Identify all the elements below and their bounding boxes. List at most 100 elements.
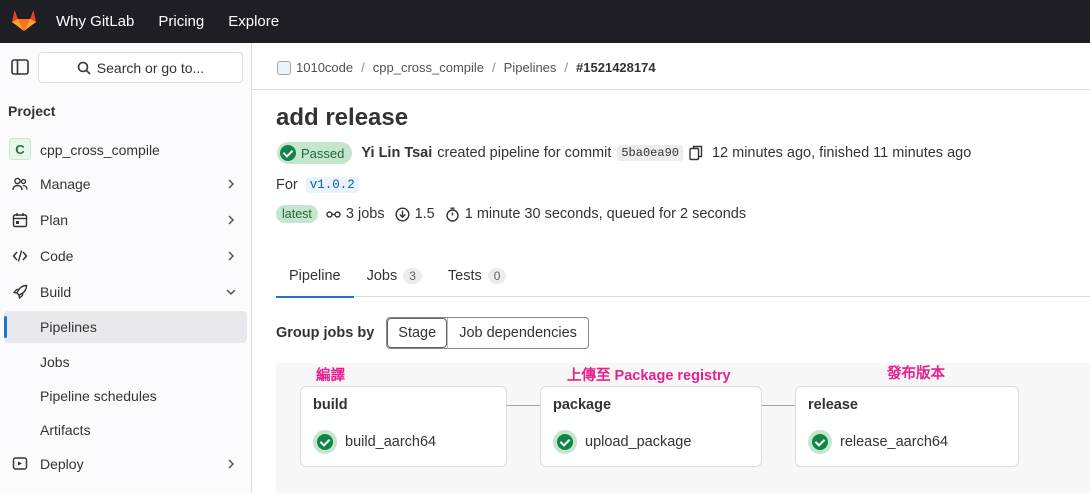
sidebar: Search or go to... Project C cpp_cross_c… [0, 43, 252, 493]
top-navbar: Why GitLab Pricing Explore [0, 0, 1090, 43]
tab-label: Pipeline [289, 267, 341, 284]
status-success-icon [280, 145, 296, 161]
stage-annotation: 編譯 [316, 368, 345, 384]
timer-icon [446, 207, 459, 222]
sidebar-item-deploy[interactable]: Deploy [4, 448, 247, 480]
sidebar-item-jobs[interactable]: Jobs [4, 346, 247, 378]
sidebar-item-artifacts[interactable]: Artifacts [4, 414, 247, 446]
duration-text: 1 minute 30 seconds, queued for 2 second… [464, 206, 747, 222]
tab-count-badge: 3 [403, 267, 422, 284]
job-success-icon [557, 434, 573, 450]
ref-link[interactable]: v1.0.2 [305, 177, 359, 193]
stage-annotation: 發布版本 [887, 366, 945, 382]
job-status-ring [553, 430, 577, 454]
nav-why-gitlab[interactable]: Why GitLab [56, 13, 134, 30]
group-by-label: Group jobs by [276, 325, 375, 341]
tab-tests[interactable]: Tests 0 [435, 254, 520, 297]
job-success-icon [812, 434, 828, 450]
author-link[interactable]: Yi Lin Tsai [361, 145, 432, 161]
sidebar-item-build[interactable]: Build [4, 276, 247, 308]
sidebar-item-plan[interactable]: Plan [4, 204, 247, 236]
stage-name: release [808, 397, 858, 413]
sidebar-item-pipeline-schedules[interactable]: Pipeline schedules [4, 380, 247, 412]
pipeline-summary: Passed Yi Lin Tsai created pipeline for … [277, 142, 971, 164]
sidebar-item-label: Code [40, 248, 74, 264]
sidebar-item-label: Manage [40, 176, 91, 192]
pipeline-tabs: Pipeline Jobs 3 Tests 0 [276, 254, 1090, 298]
version-text: 1.5 [414, 206, 435, 222]
for-label: For [276, 177, 298, 193]
sidebar-item-label: cpp_cross_compile [40, 142, 160, 158]
chevron-right-icon [228, 179, 235, 189]
sidebar-section-title: Project [8, 103, 56, 119]
stage-name: build [313, 397, 348, 413]
pipeline-graph: 編譯 上傳至 Package registry 發布版本 build build… [276, 363, 1090, 493]
ref-line: For v1.0.2 [276, 177, 359, 193]
commit-sha-link[interactable]: 5ba0ea90 [617, 145, 683, 161]
job-item[interactable]: release_aarch64 [808, 430, 948, 454]
page-title: add release [276, 104, 409, 131]
breadcrumb: 1010code / cpp_cross_compile / Pipelines… [277, 60, 656, 75]
sidebar-toggle-icon[interactable] [11, 59, 29, 75]
pipeline-stats: latest 3 jobs 1.5 1 minute 30 seconds, q… [276, 205, 756, 223]
job-success-icon [317, 434, 333, 450]
sidebar-item-pipelines[interactable]: Pipelines [4, 311, 247, 343]
job-name: build_aarch64 [345, 434, 437, 450]
copy-icon[interactable] [689, 145, 703, 161]
code-icon [12, 250, 28, 262]
stage-annotation: 上傳至 Package registry [567, 368, 731, 384]
stage-column-build: build build_aarch64 [300, 386, 507, 467]
chevron-right-icon [228, 251, 235, 261]
breadcrumb-separator: / [564, 60, 569, 75]
pipeline-icon [326, 210, 341, 218]
job-item[interactable]: build_aarch64 [313, 430, 436, 454]
group-by-dependencies-button[interactable]: Job dependencies [447, 318, 588, 348]
nav-explore[interactable]: Explore [228, 13, 279, 30]
chevron-down-icon [226, 289, 236, 296]
breadcrumb-current[interactable]: #1521428174 [576, 60, 656, 75]
job-status-ring [808, 430, 832, 454]
download-icon [395, 206, 410, 222]
status-label: Passed [301, 145, 345, 161]
sidebar-item-label: Pipelines [40, 319, 97, 335]
breadcrumb-separator: / [492, 60, 496, 75]
tab-pipeline[interactable]: Pipeline [276, 254, 354, 298]
sidebar-item-label: Plan [40, 212, 69, 228]
latest-badge: latest [276, 205, 318, 223]
group-by-control: Group jobs by Stage Job dependencies [276, 317, 589, 349]
stage-connector [762, 405, 795, 406]
job-name: upload_package [585, 434, 692, 450]
sidebar-project-link[interactable]: C cpp_cross_compile [4, 134, 247, 166]
job-name: release_aarch64 [840, 434, 949, 450]
chevron-right-icon [228, 459, 235, 469]
sidebar-item-code[interactable]: Code [4, 240, 247, 272]
sidebar-item-label: Jobs [40, 354, 70, 370]
search-button[interactable]: Search or go to... [38, 52, 243, 83]
stage-name: package [553, 397, 612, 413]
status-badge[interactable]: Passed [277, 142, 353, 164]
group-avatar-icon [277, 60, 291, 75]
deploy-icon [12, 457, 28, 470]
tab-jobs[interactable]: Jobs 3 [354, 254, 435, 297]
gitlab-logo-icon[interactable] [11, 8, 37, 32]
users-icon [12, 177, 28, 191]
stage-column-release: release release_aarch64 [795, 386, 1019, 467]
search-icon [77, 61, 91, 75]
sidebar-item-label: Artifacts [40, 422, 91, 438]
job-status-ring [313, 430, 337, 454]
tab-label: Jobs [366, 267, 398, 284]
breadcrumb-pipelines[interactable]: Pipelines [504, 60, 557, 75]
chevron-right-icon [228, 215, 235, 225]
project-avatar: C [9, 138, 31, 160]
breadcrumb-project[interactable]: cpp_cross_compile [373, 60, 484, 75]
duration-info: 1 minute 30 seconds, queued for 2 second… [445, 206, 746, 222]
sidebar-item-label: Build [40, 284, 72, 300]
sidebar-item-label: Pipeline schedules [40, 388, 157, 404]
version-info: 1.5 [395, 206, 435, 222]
nav-pricing[interactable]: Pricing [158, 13, 204, 30]
breadcrumb-group[interactable]: 1010code [296, 60, 353, 75]
tab-label: Tests [447, 267, 482, 284]
job-item[interactable]: upload_package [553, 430, 691, 454]
sidebar-item-manage[interactable]: Manage [4, 168, 247, 200]
group-by-stage-button[interactable]: Stage [387, 318, 448, 348]
